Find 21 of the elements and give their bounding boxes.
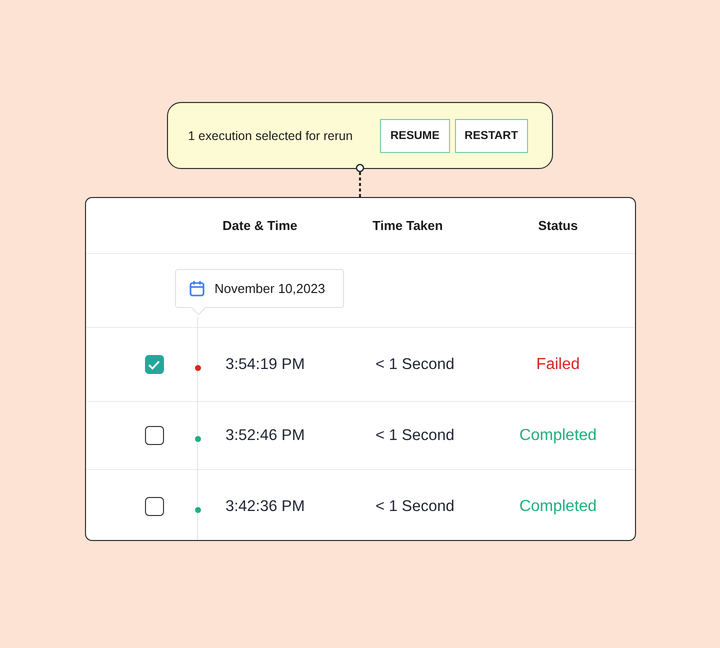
- duration-cell-text: < 1 Second: [374, 498, 456, 516]
- time-cell-text: 3:54:19 PM: [224, 356, 306, 374]
- status-cell: Completed: [519, 426, 597, 444]
- time-cell-text: 3:42:36 PM: [224, 498, 306, 516]
- date-text: November 10,2023: [214, 281, 326, 296]
- resume-button[interactable]: RESUME: [380, 118, 450, 152]
- calendar-icon: [188, 280, 204, 297]
- restart-button[interactable]: RESTART: [454, 118, 528, 152]
- duration-cell-text: < 1 Second: [374, 426, 456, 444]
- selection-message: 1 execution selected for rerun: [188, 128, 353, 142]
- column-header: Date & Time: [222, 218, 298, 233]
- row-checkbox[interactable]: [144, 497, 164, 516]
- column-header: Time Taken: [372, 218, 444, 233]
- check-icon: [148, 360, 160, 370]
- status-cell: Completed: [519, 498, 597, 516]
- row-checkbox[interactable]: [144, 426, 164, 445]
- row-checkbox[interactable]: [144, 355, 164, 374]
- column-header: Status: [538, 218, 578, 233]
- duration-cell-text: < 1 Second: [374, 356, 456, 374]
- time-cell-text: 3:52:46 PM: [224, 426, 306, 444]
- status-cell: Failed: [536, 356, 580, 374]
